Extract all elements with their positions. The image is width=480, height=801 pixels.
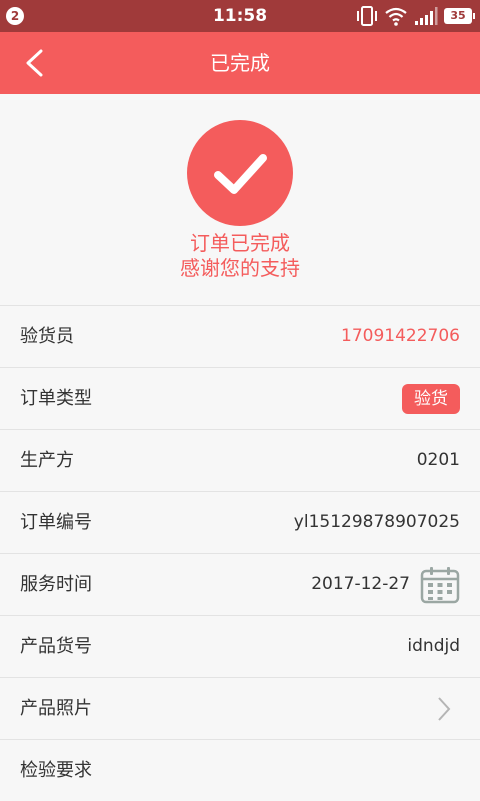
order-number-value: yl15129878907025 [293,512,460,532]
chevron-right-icon [438,697,451,721]
page-title: 已完成 [210,51,270,75]
product-number-value: idndjd [407,636,460,656]
thanks-message: 感谢您的支持 [180,256,300,280]
inspector-row: 验货员 17091422706 [0,306,480,368]
inspection-requirements-row[interactable]: 检验要求 [0,740,480,801]
order-type-row: 订单类型 验货 [0,368,480,430]
signal-icon [415,7,438,25]
status-icons: 35 [350,6,475,26]
row-label: 产品货号 [20,636,92,657]
service-time-row: 服务时间 2017-12-27 [0,554,480,616]
row-label: 检验要求 [20,760,92,781]
order-number-row: 订单编号 yl15129878907025 [0,492,480,554]
row-label: 订单编号 [20,512,92,533]
order-type-tag: 验货 [402,384,460,414]
product-number-row: 产品货号 idndjd [0,616,480,678]
status-bar: 2 11:58 35 [0,0,480,32]
chevron-left-icon [26,49,43,77]
success-badge [187,120,293,226]
nav-bar: 已完成 [0,32,480,94]
check-icon [214,154,267,194]
row-label: 订单类型 [20,388,92,409]
row-label: 服务时间 [20,574,92,595]
product-photos-row[interactable]: 产品照片 [0,678,480,740]
wifi-icon [385,7,407,26]
battery-icon: 35 [444,8,475,24]
row-label: 产品照片 [20,698,92,719]
order-details: 验货员 17091422706 订单类型 验货 生产方 0201 订单编号 yl… [0,306,480,801]
completion-banner: 订单已完成 感谢您的支持 [0,94,480,306]
inspector-phone-link[interactable]: 17091422706 [341,306,460,367]
row-label: 验货员 [20,326,74,347]
producer-value: 0201 [416,450,460,470]
row-label: 生产方 [20,450,74,471]
notification-badge: 2 [6,7,24,25]
vibrate-icon [357,6,377,26]
calendar-icon[interactable] [420,566,460,604]
service-date-value: 2017-12-27 [311,574,410,594]
producer-row: 生产方 0201 [0,430,480,492]
completion-message: 订单已完成 [190,231,290,255]
back-button[interactable] [0,32,70,94]
